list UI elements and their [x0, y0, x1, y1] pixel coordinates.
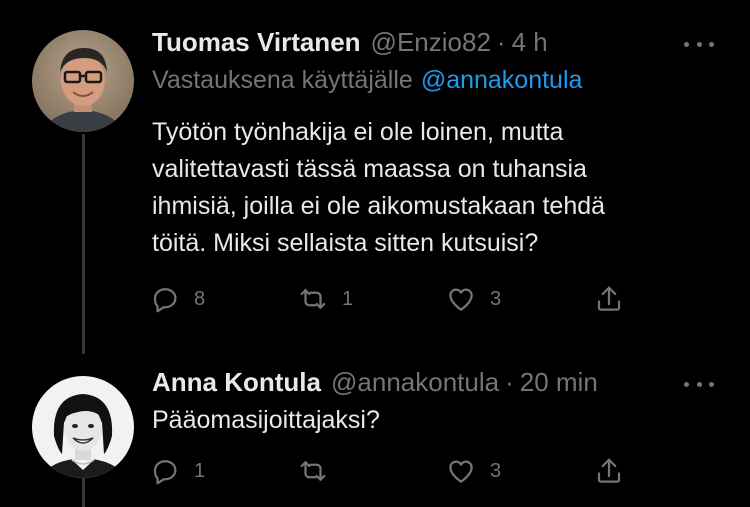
share-button[interactable]	[594, 282, 624, 316]
tweet-actions: 8 1 3	[150, 282, 640, 316]
like-button[interactable]: 3	[446, 454, 501, 488]
tweet-header: Tuomas Virtanen @Enzio82 · 4 h	[152, 26, 548, 58]
retweet-button[interactable]	[298, 454, 342, 488]
reply-icon	[153, 288, 177, 313]
retweet-icon	[300, 461, 326, 481]
like-count: 3	[490, 459, 502, 482]
share-icon	[597, 286, 621, 311]
thread-line	[82, 478, 85, 507]
reply-icon	[153, 460, 177, 485]
reply-count: 1	[194, 459, 206, 482]
reply-context: Vastauksena käyttäjälle @annakontula	[152, 64, 582, 96]
more-icon[interactable]	[684, 378, 714, 390]
tweet-actions: 1 3	[150, 454, 640, 488]
tweet-text: Pääomasijoittajaksi?	[152, 406, 380, 434]
avatar[interactable]	[32, 30, 134, 132]
tweet-text: Työtön työnhakija ei ole loinen, mutta v…	[152, 118, 606, 257]
like-button[interactable]: 3	[446, 282, 501, 316]
reply-button[interactable]: 1	[150, 454, 205, 488]
like-count: 3	[490, 287, 502, 310]
reply-mention-link[interactable]: @annakontula	[421, 66, 583, 94]
retweet-button[interactable]: 1	[298, 282, 353, 316]
avatar[interactable]	[32, 376, 134, 478]
retweet-count: 1	[342, 287, 354, 310]
tweet-header: Anna Kontula @annakontula · 20 min	[152, 366, 598, 398]
reply-count: 8	[194, 287, 206, 310]
separator: ·	[496, 27, 506, 57]
reply-button[interactable]: 8	[150, 282, 205, 316]
more-icon[interactable]	[684, 38, 714, 50]
share-button[interactable]	[594, 454, 624, 488]
reply-prefix: Vastauksena käyttäjälle	[152, 66, 413, 94]
author-name[interactable]: Tuomas Virtanen	[152, 26, 361, 58]
separator: ·	[505, 367, 514, 397]
heart-icon	[449, 460, 473, 483]
thread-line	[82, 134, 85, 354]
author-name[interactable]: Anna Kontula	[152, 366, 321, 398]
share-icon	[597, 458, 621, 483]
timestamp[interactable]: 4 h	[512, 26, 548, 58]
author-handle[interactable]: @Enzio82	[371, 26, 491, 58]
timestamp[interactable]: 20 min	[520, 366, 598, 398]
heart-icon	[449, 288, 473, 311]
retweet-icon	[300, 289, 326, 309]
author-handle[interactable]: @annakontula	[331, 366, 499, 398]
